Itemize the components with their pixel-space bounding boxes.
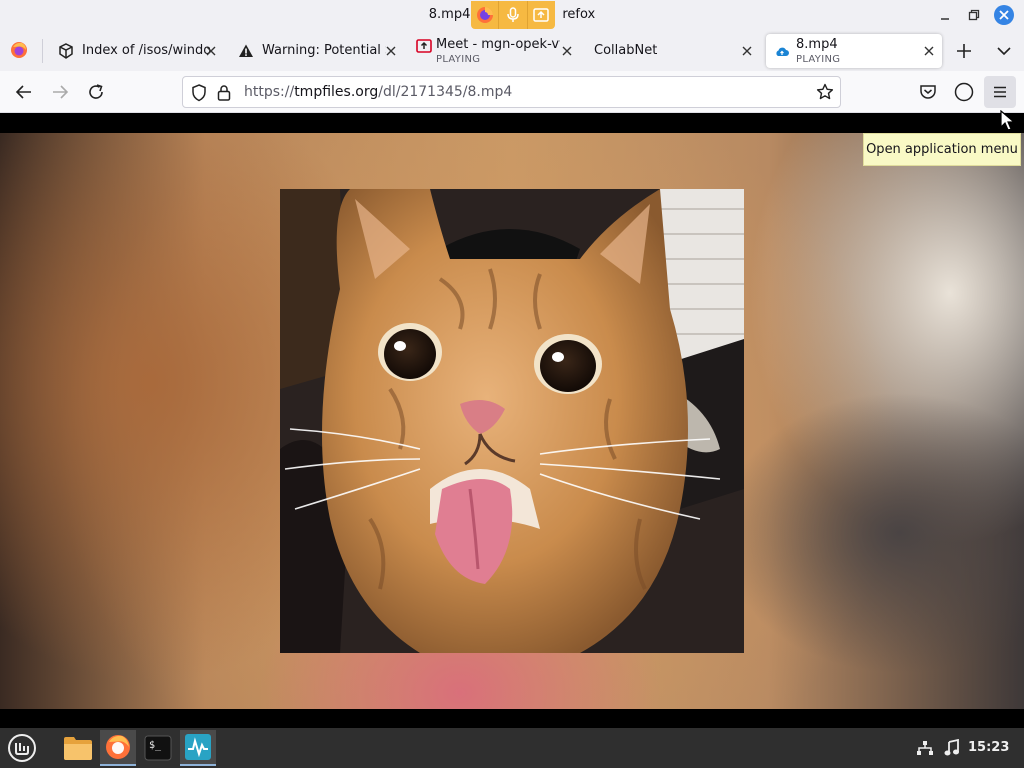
maximize-button[interactable] [964, 5, 984, 25]
arrow-left-icon [15, 85, 31, 99]
tab-warning-potential[interactable]: Warning: Potential S [224, 34, 404, 68]
cat-video-image [280, 189, 744, 653]
firefox-icon[interactable] [471, 1, 498, 29]
tab-meet[interactable]: Meet - mgn-opek-vt PLAYING [404, 34, 580, 68]
sharing-indicator[interactable] [471, 1, 555, 29]
url-text[interactable]: https://tmpfiles.org/dl/2171345/8.mp4 [244, 84, 512, 100]
window-title-right: refox [562, 7, 596, 22]
tooltip-text: Open application menu [866, 142, 1018, 157]
restore-icon [968, 9, 980, 21]
sound-icon[interactable] [944, 739, 960, 757]
window-title-left: 8.mp4 [428, 7, 471, 22]
new-tab-button[interactable] [954, 41, 974, 61]
firefox-view-icon[interactable] [10, 41, 28, 59]
address-bar[interactable]: https://tmpfiles.org/dl/2171345/8.mp4 [182, 76, 841, 108]
url-host: tmpfiles.org [294, 84, 379, 100]
window-titlebar[interactable]: 8.mp4 refox [0, 0, 1024, 30]
forward-button[interactable] [44, 76, 76, 108]
close-icon [999, 10, 1009, 20]
close-tab-icon[interactable] [204, 44, 218, 58]
application-menu-button[interactable] [984, 76, 1016, 108]
tab-title: Index of /isos/windo [82, 43, 210, 58]
navigation-toolbar: https://tmpfiles.org/dl/2171345/8.mp4 [0, 71, 1024, 113]
minimize-icon [941, 18, 949, 20]
plus-icon [957, 44, 971, 58]
tab-collabnet[interactable]: CollabNet [580, 34, 760, 68]
taskbar-files[interactable] [60, 730, 96, 766]
tracking-protection-shield-icon[interactable] [191, 84, 207, 102]
hamburger-menu-icon [994, 86, 1006, 98]
tab-index-of-isos[interactable]: Index of /isos/windo [44, 34, 224, 68]
firefox-icon [106, 735, 130, 759]
close-tab-icon[interactable] [922, 44, 936, 58]
files-icon [64, 737, 92, 760]
package-icon [59, 43, 73, 59]
clock[interactable]: 15:23 [968, 740, 1009, 755]
svg-text:$_: $_ [149, 740, 162, 751]
taskbar-terminal[interactable]: $_ [140, 730, 176, 766]
tab-title: CollabNet [594, 43, 658, 58]
mouse-cursor-icon [1000, 110, 1016, 131]
firefox-account-button[interactable] [948, 76, 980, 108]
url-scheme: https:// [244, 84, 295, 100]
terminal-icon: $_ [144, 735, 172, 761]
lock-icon[interactable] [217, 84, 231, 102]
tab-title: Warning: Potential S [262, 43, 386, 58]
video-frame[interactable] [280, 189, 744, 653]
menu-icon [8, 734, 36, 762]
system-monitor-icon [185, 734, 211, 760]
tab-strip: Index of /isos/windo Warning: Potential … [0, 30, 1024, 71]
tab-8-mp4[interactable]: 8.mp4 PLAYING [766, 34, 942, 68]
close-window-button[interactable] [994, 5, 1014, 25]
minimize-button[interactable] [935, 5, 955, 25]
arrow-right-icon [53, 85, 69, 99]
tab-playing-label: PLAYING [796, 54, 841, 65]
close-tab-icon[interactable] [560, 44, 574, 58]
reload-button[interactable] [80, 76, 112, 108]
close-tab-icon[interactable] [384, 44, 398, 58]
pocket-icon [920, 85, 936, 99]
tab-title: 8.mp4 [796, 37, 838, 52]
tab-playing-label: PLAYING [436, 54, 481, 65]
url-path: /dl/2171345/8.mp4 [378, 84, 513, 100]
taskbar-firefox[interactable] [100, 730, 136, 766]
video-viewport[interactable] [0, 113, 1024, 728]
start-menu-button[interactable] [4, 730, 40, 766]
account-icon [954, 82, 974, 102]
taskbar-system-monitor[interactable] [180, 730, 216, 766]
close-tab-icon[interactable] [740, 44, 754, 58]
chevron-down-icon [997, 47, 1011, 56]
tab-title: Meet - mgn-opek-vt [436, 37, 560, 52]
app-menu-tooltip: Open application menu [863, 133, 1021, 166]
screen-share-icon [416, 39, 432, 53]
taskbar: $_ 15:23 [0, 728, 1024, 768]
bookmark-star-icon[interactable] [816, 83, 834, 101]
list-all-tabs-button[interactable] [994, 41, 1014, 61]
cloud-upload-icon [776, 47, 789, 56]
screen-share-icon[interactable] [528, 1, 555, 29]
warning-icon [239, 44, 253, 57]
reload-icon [89, 84, 103, 99]
network-icon[interactable] [916, 740, 934, 756]
microphone-icon[interactable] [499, 1, 526, 29]
pocket-button[interactable] [912, 76, 944, 108]
back-button[interactable] [8, 76, 40, 108]
